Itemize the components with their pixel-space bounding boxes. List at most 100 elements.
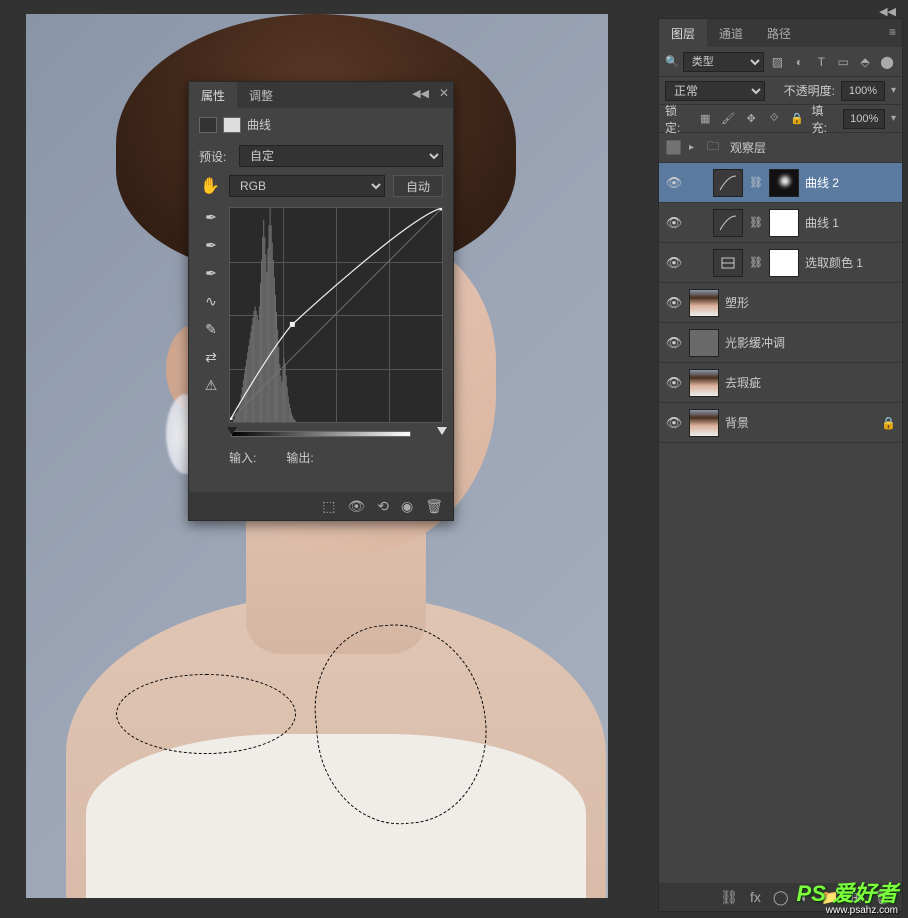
layer-name: 去瑕疵	[725, 374, 761, 391]
tab-adjustments[interactable]: 调整	[237, 82, 285, 109]
lock-label: 锁定:	[665, 102, 691, 136]
link-mask-icon[interactable]: ⛓	[749, 256, 763, 269]
channel-select[interactable]: RGB	[229, 175, 385, 197]
filter-image-icon[interactable]: ▨	[768, 53, 786, 71]
layer-name: 选取颜色 1	[805, 254, 863, 271]
adjustment-thumbnail	[713, 249, 743, 277]
layer-fx-icon[interactable]: fx	[750, 889, 761, 905]
tab-layers[interactable]: 图层	[659, 19, 707, 48]
white-point-slider[interactable]	[437, 427, 447, 435]
link-layers-icon[interactable]: ⛓	[720, 889, 738, 906]
visibility-toggle-icon[interactable]: 👁	[665, 215, 683, 231]
panel-close-icon[interactable]: ✕	[439, 86, 449, 100]
filter-text-icon[interactable]: T	[812, 53, 830, 71]
curves-tool-column: ✒ ✒ ✒ ∿ ✎ ⇄ ⚠	[199, 207, 223, 423]
link-mask-icon[interactable]: ⛓	[749, 176, 763, 189]
chevron-down-icon[interactable]: ▾	[891, 85, 896, 96]
adjustment-thumbnail	[713, 169, 743, 197]
lock-artboard-icon[interactable]: ⟐	[766, 110, 783, 128]
layer-row[interactable]: 👁 光影缓冲调	[659, 323, 902, 363]
chevron-down-icon[interactable]: ▾	[891, 113, 896, 124]
mask-icon[interactable]	[223, 117, 241, 133]
visibility-toggle-icon[interactable]: 👁	[665, 335, 683, 351]
layer-row[interactable]: 👁 ⛓ 选取颜色 1	[659, 243, 902, 283]
properties-footer: ⬚ 👁 ⟲ ◉ 🗑	[189, 492, 453, 520]
panel-collapse-icon[interactable]: ◀◀	[412, 87, 429, 100]
layer-name: 背景	[725, 414, 749, 431]
adjustment-thumbnail	[713, 209, 743, 237]
output-label: 输出:	[286, 449, 313, 466]
blend-mode-select[interactable]: 正常	[665, 81, 765, 101]
panel-menu-icon[interactable]: ≡	[889, 25, 896, 39]
layer-thumbnail	[689, 409, 719, 437]
lock-badge-icon: 🔒	[881, 416, 896, 430]
black-point-slider[interactable]	[227, 427, 237, 435]
layer-row[interactable]: 👁 去瑕疵	[659, 363, 902, 403]
curve-line[interactable]	[230, 208, 442, 420]
watermark-url: www.psahz.com	[826, 905, 898, 916]
visibility-toggle-icon[interactable]: 👁	[665, 175, 683, 191]
lock-position-icon[interactable]: ✥	[743, 110, 760, 128]
marquee-selection-1[interactable]	[116, 674, 296, 754]
filter-toggle-icon[interactable]: ⬤	[878, 53, 896, 71]
lock-all-icon[interactable]: 🔒	[789, 110, 806, 128]
properties-panel: 属性 调整 ◀◀ ✕ 曲线 预设: 自定 ✋ RGB 自动 ✒ ✒ ✒ ∿ ✎ …	[188, 81, 454, 521]
search-icon: 🔍	[665, 55, 679, 68]
adjustment-title: 曲线	[247, 116, 271, 133]
tab-properties[interactable]: 属性	[189, 82, 237, 109]
layer-row[interactable]: ⬜ ▸ 🗀 观察层	[659, 133, 902, 163]
visibility-toggle-icon[interactable]: 👁	[665, 415, 683, 431]
targeted-adjustment-icon[interactable]: ✋	[199, 176, 221, 196]
fill-label: 填充:	[812, 102, 838, 136]
expand-arrow-icon[interactable]: ▸	[689, 142, 694, 153]
mask-thumbnail[interactable]	[769, 249, 799, 277]
pencil-icon[interactable]: ✎	[200, 319, 222, 339]
layer-list: ⬜ ▸ 🗀 观察层 👁 ⛓ 曲线 2 👁 ⛓ 曲线 1 👁 ⛓ 选取颜色 1 👁	[659, 133, 902, 443]
layer-row[interactable]: 👁 背景 🔒	[659, 403, 902, 443]
lock-pixels-icon[interactable]: 🖌	[720, 110, 737, 128]
auto-button[interactable]: 自动	[393, 175, 443, 197]
delete-adjustment-icon[interactable]: 🗑	[425, 498, 443, 515]
filter-type-select[interactable]: 类型	[683, 52, 765, 72]
visibility-toggle-icon[interactable]: 👁	[665, 255, 683, 271]
layer-name: 曲线 2	[805, 174, 839, 191]
layers-collapse-icon[interactable]: ◀◀	[879, 5, 896, 18]
visibility-toggle-icon[interactable]: 👁	[665, 295, 683, 311]
toggle-visibility-icon[interactable]: ◉	[401, 498, 413, 515]
filter-smart-icon[interactable]: ⬘	[856, 53, 874, 71]
smooth-icon[interactable]: ⇄	[200, 347, 222, 367]
layer-row[interactable]: 👁 ⛓ 曲线 2	[659, 163, 902, 203]
layers-panel: ◀◀ 图层 通道 路径 ≡ 🔍 类型 ▨ ◐ T ▭ ⬘ ⬤ 正常 不透明度: …	[658, 18, 903, 912]
visibility-toggle-icon[interactable]: ⬜	[665, 140, 683, 156]
eyedropper-white-icon[interactable]: ✒	[200, 263, 222, 283]
layer-row[interactable]: 👁 ⛓ 曲线 1	[659, 203, 902, 243]
link-mask-icon[interactable]: ⛓	[749, 216, 763, 229]
input-label: 输入:	[229, 449, 256, 466]
layer-row[interactable]: 👁 塑形	[659, 283, 902, 323]
tab-channels[interactable]: 通道	[707, 19, 755, 48]
clip-to-layer-icon[interactable]: ⬚	[322, 498, 335, 515]
preset-select[interactable]: 自定	[239, 145, 443, 167]
eyedropper-black-icon[interactable]: ✒	[200, 207, 222, 227]
opacity-value[interactable]: 100%	[841, 81, 885, 101]
eyedropper-gray-icon[interactable]: ✒	[200, 235, 222, 255]
preset-label: 预设:	[199, 148, 233, 165]
adjustment-title-row: 曲线	[189, 108, 453, 141]
lock-transparency-icon[interactable]: ▦	[697, 110, 714, 128]
visibility-toggle-icon[interactable]: 👁	[665, 375, 683, 391]
input-slider[interactable]	[189, 429, 453, 443]
view-previous-icon[interactable]: 👁	[347, 498, 365, 515]
fill-value[interactable]: 100%	[843, 109, 885, 129]
clip-warning-icon[interactable]: ⚠	[200, 375, 222, 395]
curves-graph[interactable]	[229, 207, 443, 423]
reset-icon[interactable]: ⟲	[377, 498, 389, 515]
filter-shape-icon[interactable]: ▭	[834, 53, 852, 71]
filter-adjustment-icon[interactable]: ◐	[790, 53, 808, 71]
opacity-label: 不透明度:	[784, 82, 835, 99]
add-mask-icon[interactable]: ◯	[773, 889, 789, 906]
mask-thumbnail[interactable]	[769, 169, 799, 197]
layer-thumbnail	[689, 289, 719, 317]
mask-thumbnail[interactable]	[769, 209, 799, 237]
edit-points-icon[interactable]: ∿	[200, 291, 222, 311]
tab-paths[interactable]: 路径	[755, 19, 803, 48]
